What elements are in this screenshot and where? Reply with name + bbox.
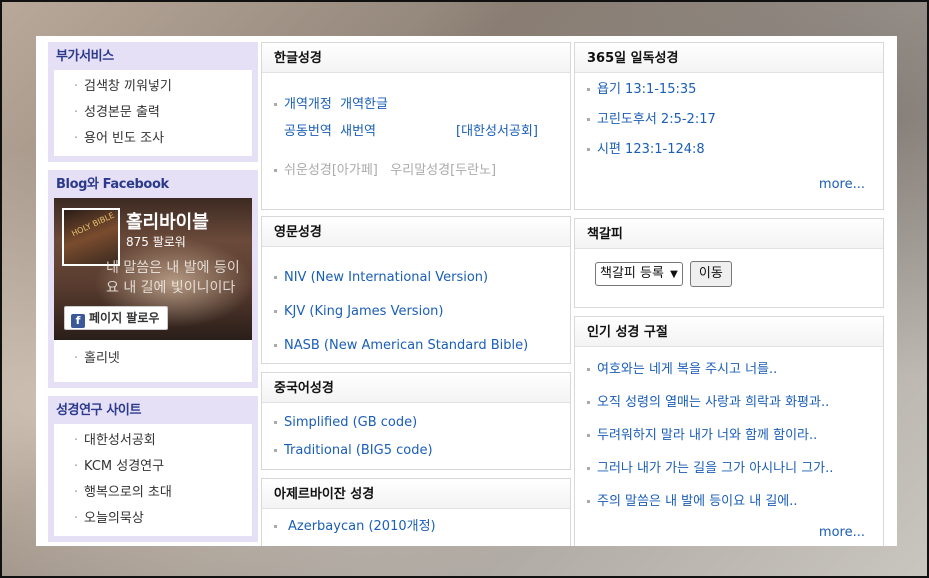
link-azerbaycan[interactable]: Azerbaycan (2010개정) xyxy=(288,519,436,534)
link-bible-society[interactable]: 대한성서공회 xyxy=(84,433,156,448)
facebook-follower-count: 875 팔로워 xyxy=(126,235,186,249)
link-woorimal-bible[interactable]: 우리말성경[두란노] xyxy=(390,163,496,178)
link-traditional[interactable]: Traditional (BIG5 code) xyxy=(284,443,433,458)
link-easy-bible[interactable]: 쉬운성경[아가페] xyxy=(284,163,378,178)
list-item: 고린도후서 2:5-2:17 xyxy=(587,105,883,135)
bookmark-title: 책갈피 xyxy=(575,219,883,249)
english-bible-title: 영문성경 xyxy=(262,217,570,247)
link-bible-society-note[interactable]: [대한성서공회] xyxy=(456,115,538,149)
link-kjv[interactable]: KJV (King James Version) xyxy=(284,304,443,319)
link-verse-1[interactable]: 여호와는 네게 복을 주시고 너를.. xyxy=(597,362,777,377)
list-item: 개역개정 개역한글 xyxy=(274,95,570,115)
list-item[interactable]: 성경본문 출력 xyxy=(74,100,252,126)
link-verse-4[interactable]: 그러나 내가 가는 길을 그가 아시나니 그가.. xyxy=(597,461,833,476)
link-search-embed[interactable]: 검색창 끼워넣기 xyxy=(84,79,172,94)
korean-bible-panel: 한글성경 개역개정 개역한글 공동번역 새번역 [대한성서공회] 쉬운성경[아가… xyxy=(261,42,571,210)
research-sites-title: 성경연구 사이트 xyxy=(56,403,142,418)
chinese-bible-title: 중국어성경 xyxy=(262,373,570,403)
bookmark-select[interactable]: 책갈피 등록 ▼ xyxy=(595,262,683,286)
korean-bible-title: 한글성경 xyxy=(262,43,570,73)
popular-verses-more-link[interactable]: more... xyxy=(819,525,865,540)
list-item[interactable]: 용어 빈도 조사 xyxy=(74,126,252,152)
extra-services-title: 부가서비스 xyxy=(56,49,114,64)
english-bible-panel: 영문성경 NIV (New International Version) KJV… xyxy=(261,216,571,364)
link-verse-5[interactable]: 주의 말씀은 내 발에 등이요 내 길에.. xyxy=(597,494,798,509)
go-button[interactable]: 이동 xyxy=(689,261,732,287)
list-item: 시편 123:1-124:8 xyxy=(587,135,883,165)
link-word-frequency[interactable]: 용어 빈도 조사 xyxy=(84,131,164,146)
list-item[interactable]: 오늘의묵상 xyxy=(74,506,252,532)
daily-reading-more-link[interactable]: more... xyxy=(819,177,865,192)
link-niv[interactable]: NIV (New International Version) xyxy=(284,270,488,285)
facebook-cover-text: 네 말씀은 내 발에 등이요 내 길에 빛이니이다 xyxy=(106,260,240,296)
blog-facebook-title: Blog와 Facebook xyxy=(56,177,169,192)
link-daily-devotion[interactable]: 오늘의묵상 xyxy=(84,511,144,526)
popular-verses-panel: 인기 성경 구절 여호와는 네게 복을 주시고 너를.. 오직 성령의 열매는 … xyxy=(574,316,884,546)
link-revised-korean[interactable]: 개역한글 xyxy=(340,97,388,112)
facebook-page-name[interactable]: 홀리바이블 xyxy=(126,208,236,234)
list-item: 쉬운성경[아가페] 우리말성경[두란노] xyxy=(274,161,570,181)
link-print-text[interactable]: 성경본문 출력 xyxy=(84,105,160,120)
azerbaijani-bible-title: 아제르바이잔 성경 xyxy=(262,479,570,509)
link-kcm[interactable]: KCM 성경연구 xyxy=(84,459,164,474)
facebook-follow-button[interactable]: f 페이지 팔로우 xyxy=(64,306,169,330)
list-item: 주의 말씀은 내 발에 등이요 내 길에.. xyxy=(587,485,883,518)
link-holynet[interactable]: 홀리넷 xyxy=(84,351,120,366)
link-new-translation[interactable]: 새번역 xyxy=(340,124,376,139)
link-common-translation[interactable]: 공동번역 xyxy=(284,124,332,139)
list-item[interactable]: KCM 성경연구 xyxy=(74,454,252,480)
blog-facebook-box: Blog와 Facebook HOLY BIBLE 홀리바이블 875 팔로워 … xyxy=(48,170,258,388)
list-item: KJV (King James Version) xyxy=(274,295,570,329)
azerbaijani-bible-panel: 아제르바이잔 성경 Azerbaycan (2010개정) xyxy=(261,478,571,546)
list-item: 욥기 13:1-15:35 xyxy=(587,75,883,105)
link-reading-psalms[interactable]: 시편 123:1-124:8 xyxy=(597,142,705,157)
link-verse-2[interactable]: 오직 성령의 열매는 사랑과 희락과 화평과.. xyxy=(597,395,829,410)
chevron-down-icon: ▼ xyxy=(670,269,678,280)
link-reading-2cor[interactable]: 고린도후서 2:5-2:17 xyxy=(597,112,716,127)
link-invitation[interactable]: 행복으로의 초대 xyxy=(84,485,172,500)
research-sites-box: 성경연구 사이트 대한성서공회 KCM 성경연구 행복으로의 초대 오늘의묵상 xyxy=(48,396,258,542)
list-item[interactable]: 행복으로의 초대 xyxy=(74,480,252,506)
link-reading-job[interactable]: 욥기 13:1-15:35 xyxy=(597,82,696,97)
popular-verses-title: 인기 성경 구절 xyxy=(575,317,883,347)
link-revised-new-korean[interactable]: 개역개정 xyxy=(284,97,332,112)
extra-services-box: 부가서비스 검색창 끼워넣기 성경본문 출력 용어 빈도 조사 xyxy=(48,42,258,162)
list-item: 두려워하지 말라 내가 너와 함께 함이라.. xyxy=(587,419,883,452)
list-item: 여호와는 네게 복을 주시고 너를.. xyxy=(587,353,883,386)
chinese-bible-panel: 중국어성경 Simplified (GB code) Traditional (… xyxy=(261,372,571,470)
link-simplified[interactable]: Simplified (GB code) xyxy=(284,415,417,430)
list-item: NIV (New International Version) xyxy=(274,261,570,295)
list-item: NASB (New American Standard Bible) xyxy=(274,329,570,363)
content-area: 부가서비스 검색창 끼워넣기 성경본문 출력 용어 빈도 조사 Blog와 Fa… xyxy=(36,36,897,546)
link-nasb[interactable]: NASB (New American Standard Bible) xyxy=(284,338,528,353)
list-item[interactable]: 대한성서공회 xyxy=(74,428,252,454)
daily-reading-panel: 365일 일독성경 욥기 13:1-15:35 고린도후서 2:5-2:17 시… xyxy=(574,42,884,210)
list-item[interactable]: 홀리넷 xyxy=(74,346,252,372)
list-item: Azerbaycan (2010개정) xyxy=(274,515,570,539)
facebook-page-widget[interactable]: HOLY BIBLE 홀리바이블 875 팔로워 네 말씀은 내 발에 등이요 … xyxy=(54,198,252,340)
left-sidebar: 부가서비스 검색창 끼워넣기 성경본문 출력 용어 빈도 조사 Blog와 Fa… xyxy=(48,42,258,546)
list-item: 공동번역 새번역 [대한성서공회] xyxy=(274,115,570,149)
list-item: Traditional (BIG5 code) xyxy=(274,437,570,465)
facebook-icon: f xyxy=(71,314,85,328)
bookmark-panel: 책갈피 책갈피 등록 ▼ 이동 xyxy=(574,218,884,308)
list-item: Simplified (GB code) xyxy=(274,409,570,437)
link-verse-3[interactable]: 두려워하지 말라 내가 너와 함께 함이라.. xyxy=(597,428,817,443)
list-item: 오직 성령의 열매는 사랑과 희락과 화평과.. xyxy=(587,386,883,419)
daily-reading-title: 365일 일독성경 xyxy=(575,43,883,73)
list-item[interactable]: 검색창 끼워넣기 xyxy=(74,74,252,100)
list-item: 그러나 내가 가는 길을 그가 아시나니 그가.. xyxy=(587,452,883,485)
